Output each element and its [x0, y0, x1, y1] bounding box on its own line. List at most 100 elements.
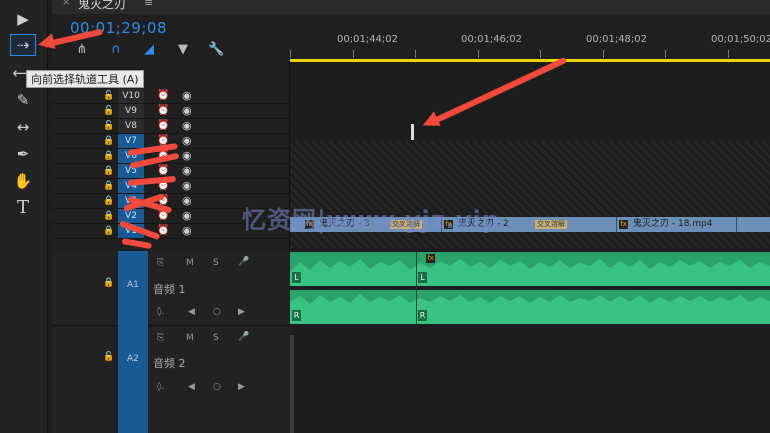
lock-icon[interactable]: 🔒 — [103, 278, 114, 288]
lock-icon[interactable]: 🔒 — [103, 136, 114, 146]
vertical-scrollbar[interactable] — [290, 335, 294, 433]
ruler-tick — [415, 50, 416, 58]
waveform — [290, 294, 770, 324]
eye-icon[interactable]: ◉ — [182, 179, 192, 192]
tool-tooltip: 向前选择轨道工具 (A) — [26, 70, 144, 88]
sync-lock-icon[interactable]: ⏰ — [157, 120, 169, 131]
panel-tab-bar — [52, 0, 770, 14]
lock-icon[interactable]: 🔒 — [103, 226, 114, 236]
transition-tag[interactable]: 交叉溶解 — [535, 220, 567, 229]
voice-over-mic-icon[interactable]: 🎤 — [238, 332, 249, 342]
eye-icon[interactable]: ◉ — [182, 134, 192, 147]
ruler-label: 00;01;48;02 — [586, 34, 648, 45]
lock-icon[interactable]: 🔒 — [103, 151, 114, 161]
audio-track-label: A1 — [127, 280, 139, 290]
eye-icon[interactable]: ◉ — [182, 104, 192, 117]
watermark: 忆资网|www.yjz.vip — [242, 206, 500, 234]
lock-icon[interactable]: 🔒 — [103, 181, 114, 191]
audio-fx-badge-icon: fx — [426, 254, 435, 263]
razor-tool-icon[interactable]: ✎ — [12, 89, 34, 111]
next-keyframe-icon[interactable]: ▶ — [238, 382, 245, 392]
snap-icon[interactable]: ∩ — [108, 42, 124, 58]
sequence-tab-title[interactable]: 鬼灭之刃 — [78, 0, 126, 12]
ruler-tick — [728, 50, 729, 58]
video-track-row — [52, 119, 290, 134]
lock-icon[interactable]: 🔓 — [103, 121, 114, 131]
ruler-tick — [290, 50, 291, 58]
slip-tool-icon[interactable]: ↔ — [12, 116, 34, 138]
audio-track-name: 音频 1 — [153, 283, 186, 296]
add-keyframe-icon[interactable]: ○ — [213, 382, 221, 392]
ruler-label: 00;01;46;02 — [461, 34, 523, 45]
track-select-forward-tool-icon[interactable]: ⇢ — [10, 34, 36, 56]
audio-target-a2[interactable] — [118, 326, 148, 433]
audio-track-label: A2 — [127, 354, 139, 364]
keyframe-toggle-icon[interactable]: ◊. — [157, 307, 164, 317]
prev-keyframe-icon[interactable]: ◀ — [188, 382, 195, 392]
sync-lock-icon[interactable]: ⏰ — [157, 165, 169, 176]
add-keyframe-icon[interactable]: ○ — [213, 307, 221, 317]
eye-icon[interactable]: ◉ — [182, 149, 192, 162]
pen-tool-icon[interactable]: ✒ — [12, 143, 34, 165]
tab-menu-icon[interactable]: ≡ — [144, 0, 153, 9]
lock-icon[interactable]: 🔓 — [103, 106, 114, 116]
ruler-tick — [603, 50, 604, 58]
audio-clip-right-channel[interactable] — [290, 290, 770, 324]
ruler-label: 00;01;50;02 — [711, 34, 770, 45]
hand-tool-icon[interactable]: ✋ — [12, 170, 34, 192]
tools-panel: ▶ ⇢ ⟷ ✎ ↔ ✒ ✋ T — [0, 0, 48, 433]
sync-lock-icon[interactable]: ⎘ — [157, 258, 164, 268]
eye-icon[interactable]: ◉ — [182, 224, 192, 237]
left-channel-label: L — [418, 272, 427, 283]
ruler-tick — [665, 50, 666, 58]
solo-button[interactable]: S — [213, 333, 219, 343]
next-keyframe-icon[interactable]: ▶ — [238, 307, 245, 317]
wrench-icon[interactable]: 🔧 — [208, 42, 224, 58]
add-marker-icon[interactable]: ▼ — [175, 42, 191, 58]
selection-tool-icon[interactable]: ▶ — [12, 8, 34, 30]
sync-lock-icon[interactable]: ⎘ — [157, 333, 164, 343]
video-clip[interactable]: fx 鬼灭之刃 - 18.mp4 — [617, 217, 737, 232]
linked-selection-icon[interactable]: ◢ — [141, 42, 157, 58]
video-track-row — [52, 89, 290, 104]
prev-keyframe-icon[interactable]: ◀ — [188, 307, 195, 317]
audio-track-name: 音频 2 — [153, 357, 186, 370]
eye-icon[interactable]: ◉ — [182, 89, 192, 102]
type-tool-icon[interactable]: T — [12, 196, 34, 218]
video-track-row — [52, 104, 290, 119]
audio-clip-boundary[interactable] — [416, 252, 417, 325]
eye-icon[interactable]: ◉ — [182, 164, 192, 177]
nest-icon[interactable]: ⋔ — [74, 42, 90, 58]
eye-icon[interactable]: ◉ — [182, 209, 192, 222]
clip-name: 鬼灭之刃 - 18.mp4 — [633, 219, 713, 229]
sync-lock-icon[interactable]: ⏰ — [157, 105, 169, 116]
close-tab-icon[interactable]: × — [62, 0, 70, 8]
lock-icon[interactable]: 🔓 — [103, 352, 114, 362]
mute-button[interactable]: M — [186, 333, 194, 343]
solo-button[interactable]: S — [213, 258, 219, 268]
lock-icon[interactable]: 🔒 — [103, 211, 114, 221]
video-track-label[interactable]: V10 — [118, 89, 144, 103]
ruler-tick — [540, 50, 541, 58]
left-channel-label: L — [292, 272, 301, 283]
video-track-label[interactable]: V9 — [118, 104, 144, 118]
lock-icon[interactable]: 🔒 — [103, 196, 114, 206]
eye-icon[interactable]: ◉ — [182, 119, 192, 132]
video-track-label[interactable]: V7 — [118, 134, 144, 148]
video-track-label[interactable]: V8 — [118, 119, 144, 133]
keyframe-toggle-icon[interactable]: ◊. — [157, 382, 164, 392]
eye-icon[interactable]: ◉ — [182, 194, 192, 207]
ruler-tick — [353, 50, 354, 58]
lock-icon[interactable]: 🔒 — [103, 166, 114, 176]
lock-icon[interactable]: 🔓 — [103, 91, 114, 101]
audio-clip-left-channel[interactable] — [290, 252, 770, 286]
ruler-tick — [478, 50, 479, 58]
ruler-label: 00;01;44;02 — [337, 34, 399, 45]
sync-lock-icon[interactable]: ⏰ — [157, 90, 169, 101]
right-channel-label: R — [418, 310, 427, 321]
right-channel-label: R — [292, 310, 301, 321]
cursor-marker — [411, 124, 414, 140]
fx-badge-icon: fx — [619, 220, 628, 229]
voice-over-mic-icon[interactable]: 🎤 — [238, 257, 249, 267]
mute-button[interactable]: M — [186, 258, 194, 268]
